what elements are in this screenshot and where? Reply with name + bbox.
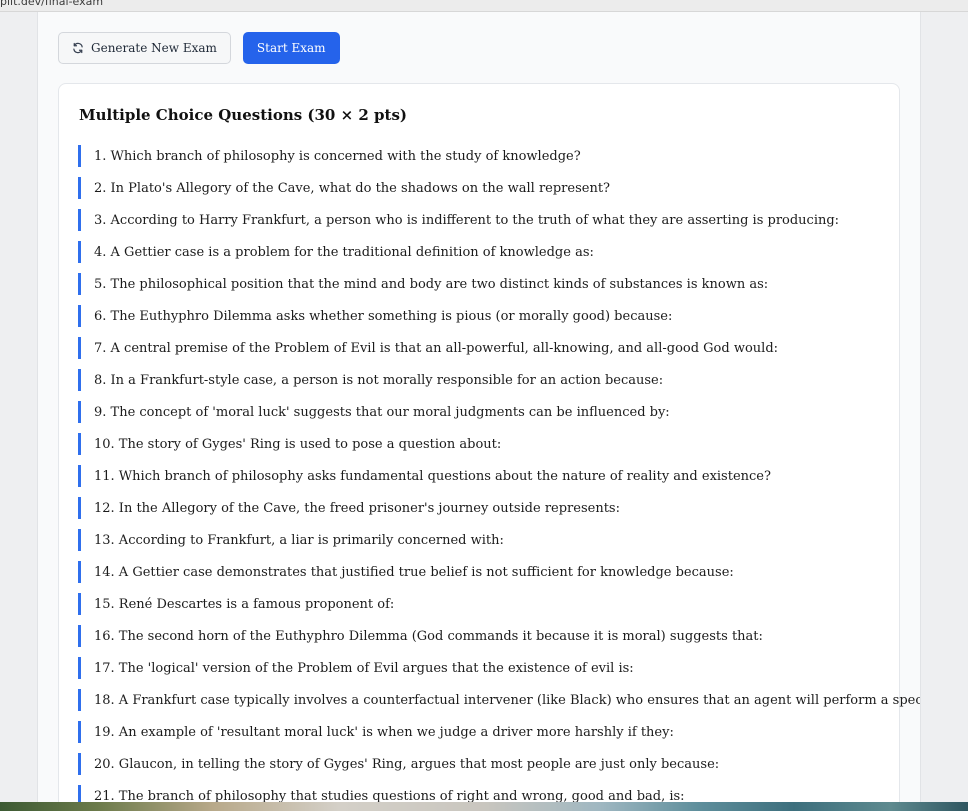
question-text: 20. Glaucon, in telling the story of Gyg… [94, 756, 720, 772]
question-item[interactable]: 17. The 'logical' version of the Problem… [78, 657, 920, 679]
question-item[interactable]: 16. The second horn of the Euthyphro Dil… [78, 625, 920, 647]
section-title: Multiple Choice Questions (30 × 2 pts) [79, 106, 408, 124]
question-item[interactable]: 9. The concept of 'moral luck' suggests … [78, 401, 920, 423]
exam-page: Generate New Exam Start Exam Multiple Ch… [38, 12, 920, 802]
question-text: 16. The second horn of the Euthyphro Dil… [94, 628, 763, 644]
question-text: 4. A Gettier case is a problem for the t… [94, 244, 594, 260]
question-text: 17. The 'logical' version of the Problem… [94, 660, 634, 676]
question-item[interactable]: 20. Glaucon, in telling the story of Gyg… [78, 753, 920, 775]
exam-toolbar: Generate New Exam Start Exam [58, 32, 340, 64]
question-text: 6. The Euthyphro Dilemma asks whether so… [94, 308, 673, 324]
start-exam-button[interactable]: Start Exam [242, 32, 340, 64]
question-text: 15. René Descartes is a famous proponent… [94, 596, 395, 612]
question-item[interactable]: 10. The story of Gyges' Ring is used to … [78, 433, 920, 455]
refresh-icon [73, 42, 83, 54]
question-item[interactable]: 19. An example of 'resultant moral luck'… [78, 721, 920, 743]
question-text: 13. According to Frankfurt, a liar is pr… [94, 532, 504, 548]
question-item[interactable]: 15. René Descartes is a famous proponent… [78, 593, 920, 615]
question-text: 9. The concept of 'moral luck' suggests … [94, 404, 670, 420]
generate-new-exam-button[interactable]: Generate New Exam [58, 32, 231, 64]
question-text: 10. The story of Gyges' Ring is used to … [94, 436, 502, 452]
question-text: 3. According to Harry Frankfurt, a perso… [94, 212, 840, 228]
question-item[interactable]: 7. A central premise of the Problem of E… [78, 337, 920, 359]
question-item[interactable]: 6. The Euthyphro Dilemma asks whether so… [78, 305, 920, 327]
question-item[interactable]: 13. According to Frankfurt, a liar is pr… [78, 529, 920, 551]
question-item[interactable]: 8. In a Frankfurt-style case, a person i… [78, 369, 920, 391]
question-text: 11. Which branch of philosophy asks fund… [94, 468, 771, 484]
question-text: 21. The branch of philosophy that studie… [94, 788, 685, 803]
question-item[interactable]: 4. A Gettier case is a problem for the t… [78, 241, 920, 263]
question-text: 19. An example of 'resultant moral luck'… [94, 724, 674, 740]
question-item[interactable]: 5. The philosophical position that the m… [78, 273, 920, 295]
question-item[interactable]: 3. According to Harry Frankfurt, a perso… [78, 209, 920, 231]
page-gutter-left [0, 12, 38, 802]
question-item[interactable]: 2. In Plato's Allegory of the Cave, what… [78, 177, 920, 199]
question-item[interactable]: 1. Which branch of philosophy is concern… [78, 145, 920, 167]
question-text: 18. A Frankfurt case typically involves … [94, 692, 920, 708]
question-text: 7. A central premise of the Problem of E… [94, 340, 779, 356]
desktop-wallpaper-strip [0, 802, 968, 811]
start-exam-label: Start Exam [256, 41, 326, 55]
url-text[interactable]: plit.dev/final-exam [0, 0, 103, 8]
question-text: 5. The philosophical position that the m… [94, 276, 769, 292]
question-text: 2. In Plato's Allegory of the Cave, what… [94, 180, 611, 196]
question-text: 8. In a Frankfurt-style case, a person i… [94, 372, 664, 388]
question-item[interactable]: 12. In the Allegory of the Cave, the fre… [78, 497, 920, 519]
question-item[interactable]: 11. Which branch of philosophy asks fund… [78, 465, 920, 487]
generate-new-exam-label: Generate New Exam [91, 41, 217, 55]
question-item[interactable]: 18. A Frankfurt case typically involves … [78, 689, 920, 711]
question-item[interactable]: 21. The branch of philosophy that studie… [78, 785, 920, 802]
page-gutter-right [920, 12, 968, 802]
question-text: 1. Which branch of philosophy is concern… [94, 148, 581, 164]
question-text: 12. In the Allegory of the Cave, the fre… [94, 500, 620, 516]
question-list: 1. Which branch of philosophy is concern… [78, 145, 920, 802]
question-item[interactable]: 14. A Gettier case demonstrates that jus… [78, 561, 920, 583]
question-text: 14. A Gettier case demonstrates that jus… [94, 564, 734, 580]
browser-url-strip: plit.dev/final-exam [0, 0, 968, 12]
multiple-choice-card: Multiple Choice Questions (30 × 2 pts) 1… [58, 83, 920, 802]
